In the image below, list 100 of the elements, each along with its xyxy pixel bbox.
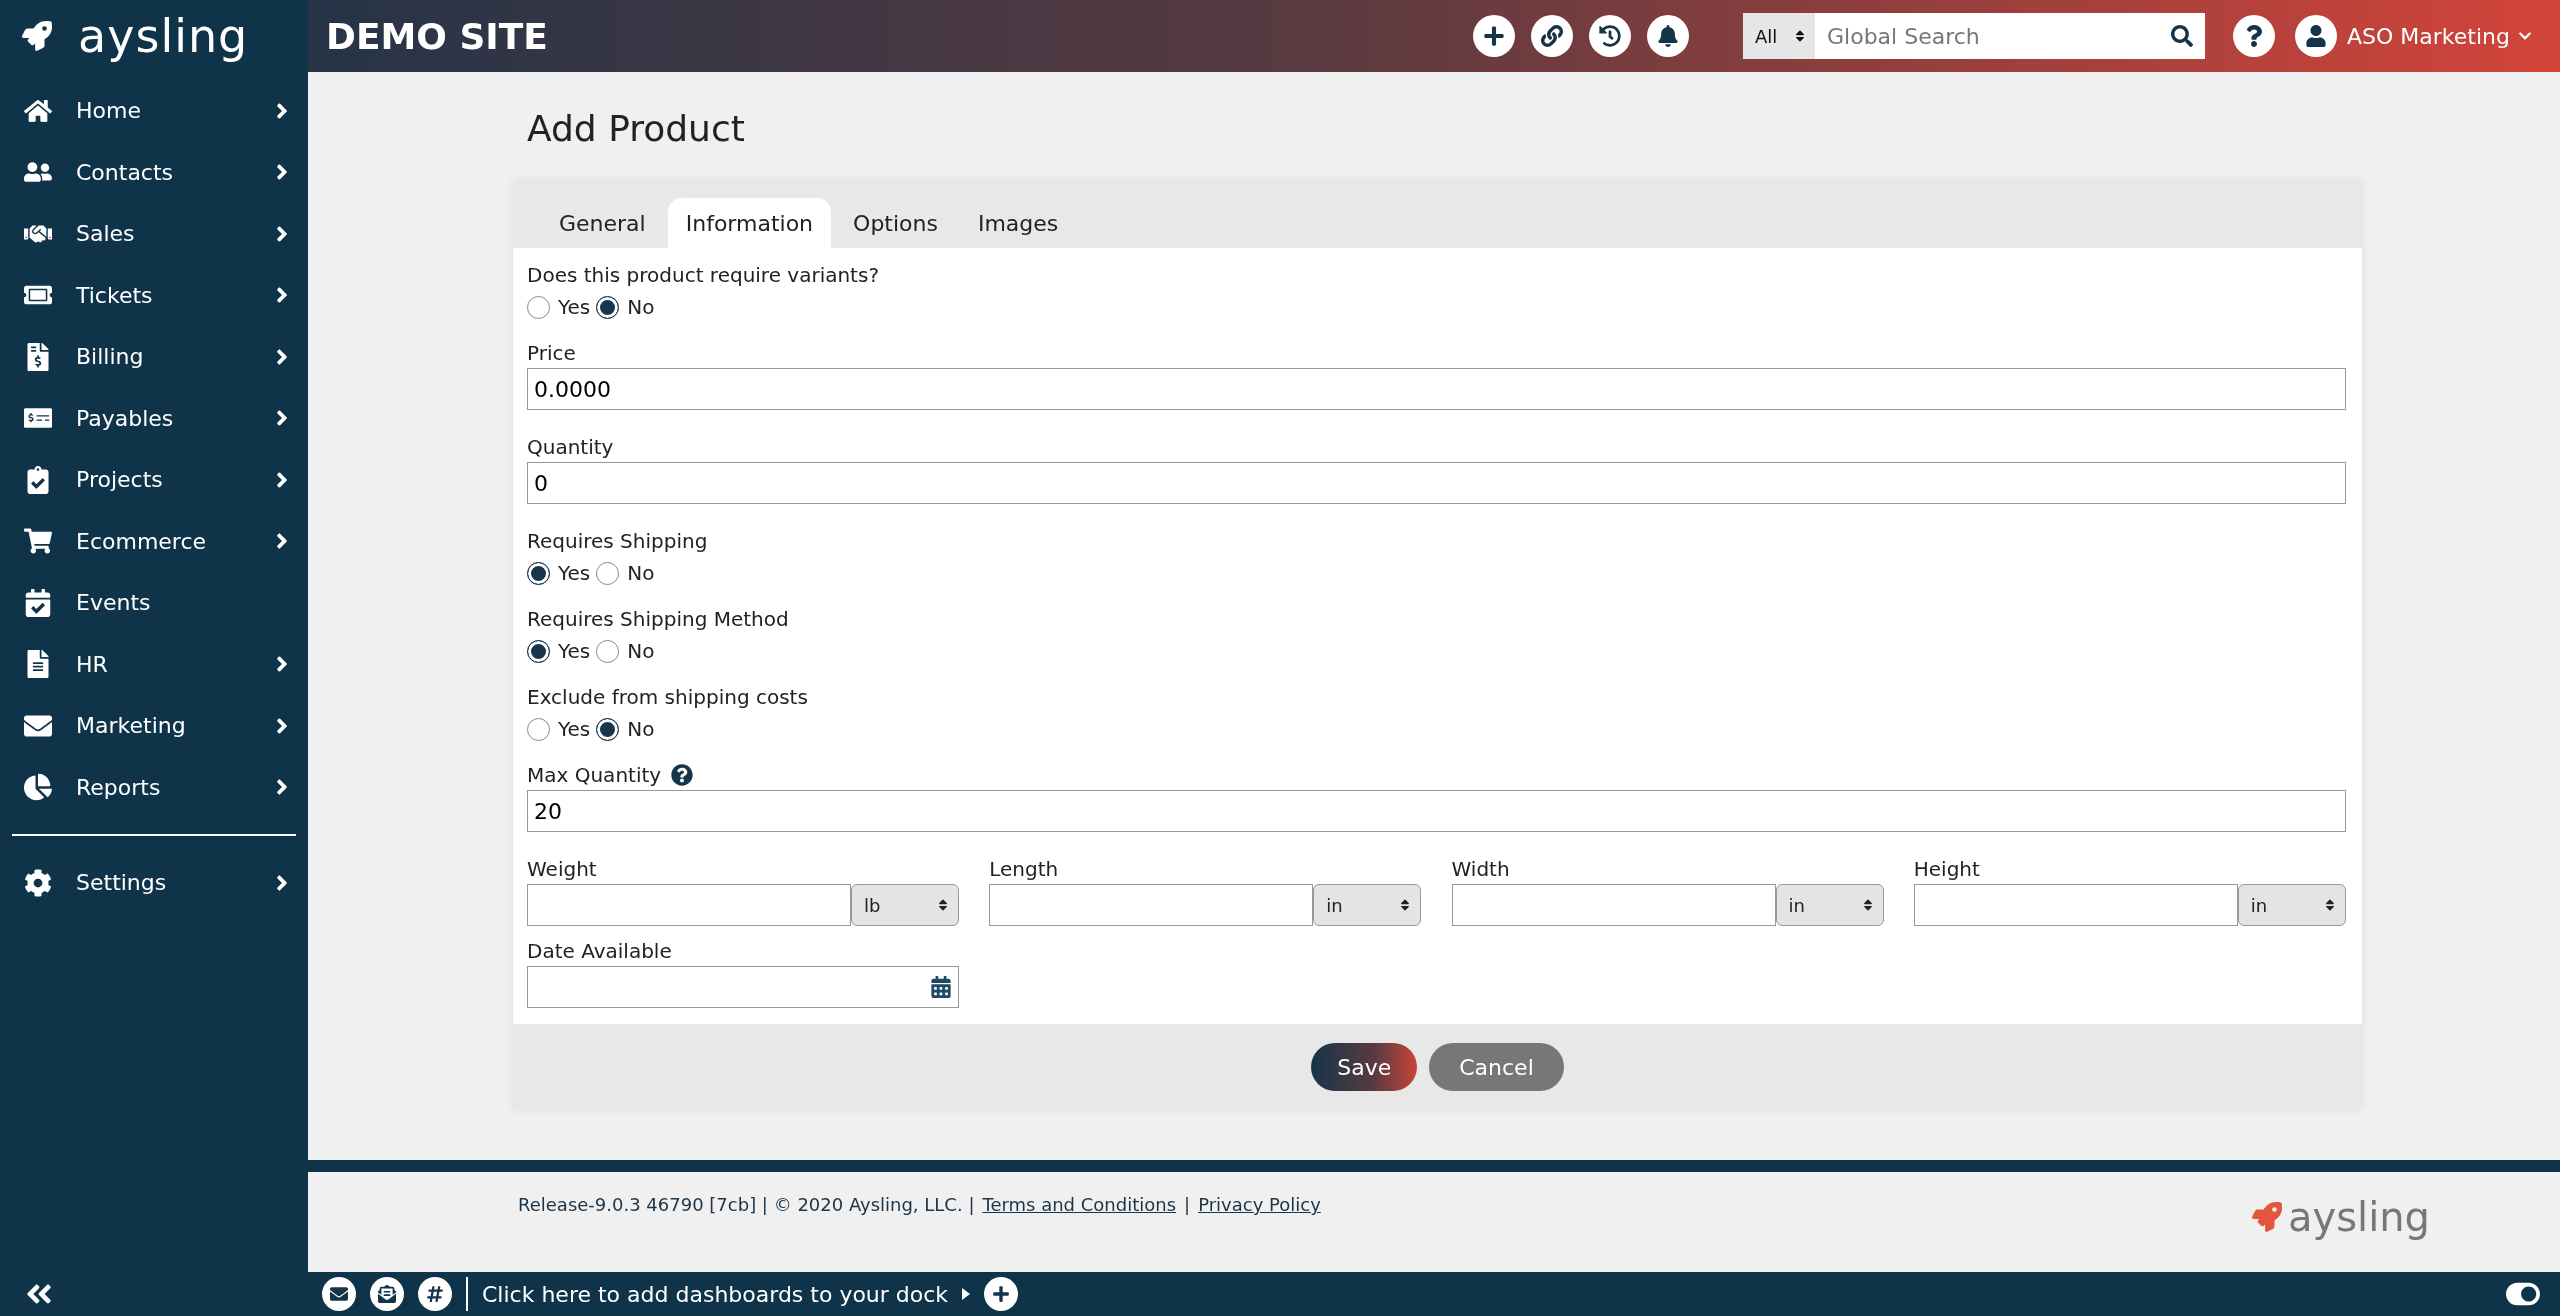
field-label: Requires Shipping Method: [527, 606, 790, 633]
unit-select[interactable]: in: [1313, 884, 1422, 926]
field-label: Quantity: [527, 435, 614, 459]
sidebar-label: Marketing: [76, 713, 187, 739]
radio-button[interactable]: [527, 639, 550, 663]
sidebar-item[interactable]: Reports: [0, 756, 308, 818]
settings-icon: [24, 868, 52, 897]
calendar-icon: [24, 588, 52, 617]
radio-button[interactable]: [527, 295, 550, 319]
text-field[interactable]: 0: [527, 462, 2346, 504]
search-icon[interactable]: [2171, 25, 2193, 47]
history-icon: [1599, 25, 1621, 47]
sidebar-item[interactable]: Home: [0, 80, 308, 142]
site-title: DEMO SITE: [326, 15, 549, 57]
search-box[interactable]: All Global Search: [1743, 13, 2205, 59]
newsletter-button[interactable]: [370, 1277, 404, 1311]
field-label: Width: [1451, 856, 1511, 883]
unit-select[interactable]: lb: [851, 884, 959, 926]
unit-select[interactable]: in: [1775, 884, 1884, 926]
radio-button[interactable]: [596, 295, 620, 319]
field-label: Requires Shipping: [527, 528, 709, 555]
radio-button[interactable]: [596, 561, 620, 585]
radio-label: Yes: [558, 295, 591, 319]
field-label: Length: [989, 856, 1060, 883]
envelope-icon: [330, 1285, 348, 1303]
tab[interactable]: Information: [667, 198, 832, 248]
sidebar-label: Events: [76, 590, 152, 616]
field-label: Max Quantity: [527, 763, 662, 787]
search-scope-select[interactable]: All: [1743, 13, 1815, 59]
sidebar-item[interactable]: Ecommerce: [0, 510, 308, 572]
logo-text: aysling: [2288, 1194, 2430, 1240]
pie-chart-icon: [24, 773, 52, 802]
field-label: Height: [1913, 856, 1981, 883]
sidebar-item[interactable]: Settings: [0, 852, 308, 914]
sidebar-item[interactable]: Marketing: [0, 695, 308, 757]
sidebar-label: Reports: [76, 774, 162, 800]
unit-select[interactable]: in: [2237, 884, 2346, 926]
field-label: Does this product require variants?: [527, 262, 880, 289]
tab[interactable]: Options: [835, 198, 956, 248]
footer-link[interactable]: Terms and Conditions: [982, 1194, 1177, 1215]
hashtag-button[interactable]: [418, 1277, 452, 1311]
history-button[interactable]: [1589, 15, 1631, 57]
help-icon[interactable]: [671, 764, 694, 786]
separator-text: |: [1184, 1194, 1191, 1215]
radio-label: No: [627, 639, 655, 663]
sidebar-item[interactable]: Tickets: [0, 264, 308, 326]
tab[interactable]: Images: [959, 198, 1077, 248]
add-button[interactable]: [984, 1277, 1019, 1311]
text-field[interactable]: [1451, 884, 1776, 926]
cancel-button[interactable]: Cancel: [1429, 1043, 1564, 1091]
sidebar-label: HR: [76, 651, 109, 677]
user-menu[interactable]: ASO Marketing: [2347, 23, 2532, 49]
field-label: Date Available: [527, 938, 673, 965]
sidebar-label: Contacts: [76, 159, 175, 185]
open-envelope-icon: [378, 1285, 396, 1303]
radio-button[interactable]: [596, 717, 620, 741]
sidebar-item[interactable]: Payables: [0, 387, 308, 449]
mail-button[interactable]: [322, 1277, 356, 1311]
radio-label: No: [627, 717, 655, 741]
help-button[interactable]: [2233, 15, 2275, 57]
radio-label: Yes: [558, 717, 591, 741]
page-title: Add Product: [526, 106, 746, 151]
footer-link[interactable]: Privacy Policy: [1198, 1194, 1321, 1215]
radio-button[interactable]: [527, 717, 550, 741]
sidebar-label: Projects: [76, 467, 164, 493]
dock-prompt[interactable]: Click here to add dashboards to your dock: [482, 1281, 949, 1307]
avatar-button[interactable]: [2295, 15, 2337, 57]
hashtag-icon: [426, 1285, 444, 1303]
cart-icon: [24, 527, 52, 556]
bell-icon: [1657, 25, 1679, 47]
sidebar-label: Tickets: [76, 282, 154, 308]
date-field[interactable]: [527, 966, 959, 1008]
text-field[interactable]: 0.0000: [527, 368, 2346, 410]
notifications-button[interactable]: [1647, 15, 1689, 57]
tab[interactable]: General: [541, 198, 664, 248]
logo-text[interactable]: aysling: [78, 9, 249, 63]
link-button[interactable]: [1531, 15, 1573, 57]
sidebar-item[interactable]: Billing: [0, 326, 308, 388]
radio-label: Yes: [558, 639, 591, 663]
text-field[interactable]: [1913, 884, 2238, 926]
sidebar-label: Billing: [76, 344, 145, 370]
text-field[interactable]: 20: [527, 790, 2346, 832]
plus-icon: [1483, 25, 1505, 47]
text-field[interactable]: [527, 884, 851, 926]
add-button[interactable]: [1473, 15, 1515, 57]
save-button[interactable]: Save: [1311, 1043, 1418, 1091]
radio-button[interactable]: [596, 639, 620, 663]
sidebar-label: Home: [76, 98, 142, 124]
caret-icon: [962, 1288, 971, 1300]
sidebar-item[interactable]: Events: [0, 572, 308, 634]
radio-button[interactable]: [527, 561, 550, 585]
text-field[interactable]: [989, 884, 1314, 926]
sidebar-label: Ecommerce: [76, 528, 208, 554]
sidebar-item[interactable]: Sales: [0, 203, 308, 265]
calendar-icon[interactable]: [930, 976, 952, 998]
sidebar-item[interactable]: Contacts: [0, 141, 308, 203]
sidebar-label: Sales: [76, 221, 136, 247]
sidebar-item[interactable]: Projects: [0, 449, 308, 511]
user-icon: [2305, 25, 2327, 47]
sidebar-item[interactable]: HR: [0, 633, 308, 695]
